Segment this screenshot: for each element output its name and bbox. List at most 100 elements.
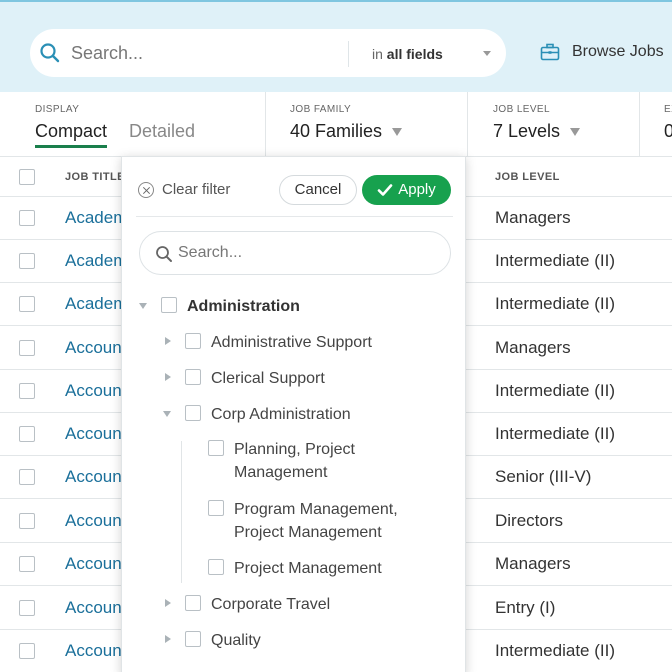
tree-checkbox[interactable] xyxy=(208,500,224,516)
chevron-down-icon xyxy=(392,128,403,137)
row-checkbox[interactable] xyxy=(19,340,35,356)
select-all-checkbox[interactable] xyxy=(19,169,35,185)
row-checkbox[interactable] xyxy=(19,426,35,442)
tree-item-label: Project Management xyxy=(234,560,382,577)
row-checkbox[interactable] xyxy=(19,383,35,399)
row-checkbox[interactable] xyxy=(19,556,35,572)
job-level-cell: Managers xyxy=(495,338,571,357)
tree-item-project-management[interactable]: Project Management xyxy=(208,557,382,580)
extra-filter-label: EX xyxy=(664,104,672,115)
row-checkbox[interactable] xyxy=(19,296,35,312)
search-icon xyxy=(156,246,172,262)
row-checkbox[interactable] xyxy=(19,469,35,485)
job-search-bar[interactable]: Search... in all fields xyxy=(30,29,506,77)
top-search-band: Search... in all fields Browse Jobs xyxy=(0,0,672,92)
job-family-value[interactable]: 40 Families xyxy=(290,121,403,142)
job-level-cell: Senior (III-V) xyxy=(495,467,592,486)
job-level-cell: Entry (I) xyxy=(495,598,556,617)
job-level-cell: Directors xyxy=(495,511,564,530)
job-title-link[interactable]: Academ xyxy=(65,251,127,271)
tree-checkbox[interactable] xyxy=(185,333,201,349)
caret-right-icon[interactable] xyxy=(163,635,173,645)
column-header-job-level[interactable]: JOB LEVEL xyxy=(495,171,560,183)
family-search-field[interactable]: Search... xyxy=(139,231,451,275)
job-level-filter[interactable]: JOB LEVEL 7 Levels xyxy=(468,92,639,156)
job-level-value[interactable]: 7 Levels xyxy=(493,121,581,142)
chevron-down-icon xyxy=(570,128,581,137)
row-checkbox[interactable] xyxy=(19,513,35,529)
display-filter: DISPLAY Compact Detailed xyxy=(0,92,265,156)
job-family-dropdown-panel: Clear filter Cancel Apply Search... Admi… xyxy=(121,156,466,672)
caret-down-icon[interactable] xyxy=(139,301,149,311)
clear-filter-label: Clear filter xyxy=(162,181,231,198)
apply-button[interactable]: Apply xyxy=(362,175,451,205)
tree-guide-line xyxy=(181,441,182,583)
display-label: DISPLAY xyxy=(35,104,80,115)
job-title-link[interactable]: Accoun xyxy=(65,598,122,618)
tree-checkbox[interactable] xyxy=(185,369,201,385)
clear-circle-icon xyxy=(138,181,154,198)
tree-checkbox[interactable] xyxy=(185,631,201,647)
job-level-cell: Managers xyxy=(495,554,571,573)
tree-item-label: Quality xyxy=(211,632,261,649)
cancel-button[interactable]: Cancel xyxy=(279,175,357,205)
tree-item-corp-administration[interactable]: Corp Administration xyxy=(163,403,351,426)
job-title-link[interactable]: Academ xyxy=(65,208,127,228)
tree-item-planning-project-management[interactable]: Planning, Project Management xyxy=(208,438,408,484)
tree-checkbox[interactable] xyxy=(208,440,224,456)
chevron-down-icon[interactable] xyxy=(483,51,491,56)
scope-prefix: in xyxy=(372,46,383,62)
job-level-cell: Intermediate (II) xyxy=(495,251,615,270)
tree-item-label: Corporate Travel xyxy=(211,596,331,613)
job-title-link[interactable]: Accoun xyxy=(65,381,122,401)
tree-checkbox[interactable] xyxy=(185,405,201,421)
caret-right-icon[interactable] xyxy=(163,373,173,383)
tab-detailed[interactable]: Detailed xyxy=(129,121,195,142)
caret-right-icon[interactable] xyxy=(163,599,173,609)
tree-checkbox[interactable] xyxy=(161,297,177,313)
column-header-job-title[interactable]: JOB TITLE xyxy=(65,171,125,183)
job-title-link[interactable]: Accoun xyxy=(65,511,122,531)
job-level-count: 7 Levels xyxy=(493,121,561,141)
tree-checkbox[interactable] xyxy=(185,595,201,611)
tree-item-administration[interactable]: Administration xyxy=(139,295,300,318)
job-level-cell: Intermediate (II) xyxy=(495,424,615,443)
job-family-filter[interactable]: JOB FAMILY 40 Families xyxy=(266,92,467,156)
job-title-link[interactable]: Accoun xyxy=(65,424,122,444)
row-checkbox[interactable] xyxy=(19,643,35,659)
row-checkbox[interactable] xyxy=(19,210,35,226)
job-family-count: 40 Families xyxy=(290,121,383,141)
scope-value: all fields xyxy=(386,46,443,62)
extra-filter-value[interactable]: 0 xyxy=(664,121,672,142)
tree-item-program-management[interactable]: Program Management, Project Management xyxy=(208,498,458,544)
search-divider xyxy=(348,41,349,67)
caret-right-icon[interactable] xyxy=(163,337,173,347)
caret-down-icon[interactable] xyxy=(163,409,173,419)
tree-item-label: Administrative Support xyxy=(211,334,372,351)
job-title-link[interactable]: Accoun xyxy=(65,554,122,574)
row-checkbox[interactable] xyxy=(19,253,35,269)
clear-filter-button[interactable]: Clear filter xyxy=(138,181,230,198)
job-title-link[interactable]: Accoun xyxy=(65,467,122,487)
row-checkbox[interactable] xyxy=(19,600,35,616)
tree-item-quality[interactable]: Quality xyxy=(163,629,261,652)
job-level-cell: Managers xyxy=(495,208,571,227)
search-scope-select[interactable]: in all fields xyxy=(372,46,443,62)
tree-item-administrative-support[interactable]: Administrative Support xyxy=(163,331,372,354)
tree-item-clerical-support[interactable]: Clerical Support xyxy=(163,367,325,390)
checkmark-icon xyxy=(377,184,393,196)
job-level-cell: Intermediate (II) xyxy=(495,381,615,400)
tree-checkbox[interactable] xyxy=(208,559,224,575)
job-title-link[interactable]: Academ xyxy=(65,294,127,314)
extra-filter[interactable]: EX 0 xyxy=(640,92,672,156)
job-level-cell: Intermediate (II) xyxy=(495,294,615,313)
browse-jobs-button[interactable]: Browse Jobs xyxy=(540,43,664,61)
tree-item-label: Clerical Support xyxy=(211,370,325,387)
job-title-link[interactable]: Accoun xyxy=(65,338,122,358)
family-search-input[interactable]: Search... xyxy=(178,244,242,262)
job-title-link[interactable]: Accoun xyxy=(65,641,122,661)
tab-compact[interactable]: Compact xyxy=(35,121,108,148)
tree-item-corporate-travel[interactable]: Corporate Travel xyxy=(163,593,330,616)
search-input[interactable]: Search... xyxy=(71,43,143,64)
browse-jobs-label: Browse Jobs xyxy=(572,43,664,60)
